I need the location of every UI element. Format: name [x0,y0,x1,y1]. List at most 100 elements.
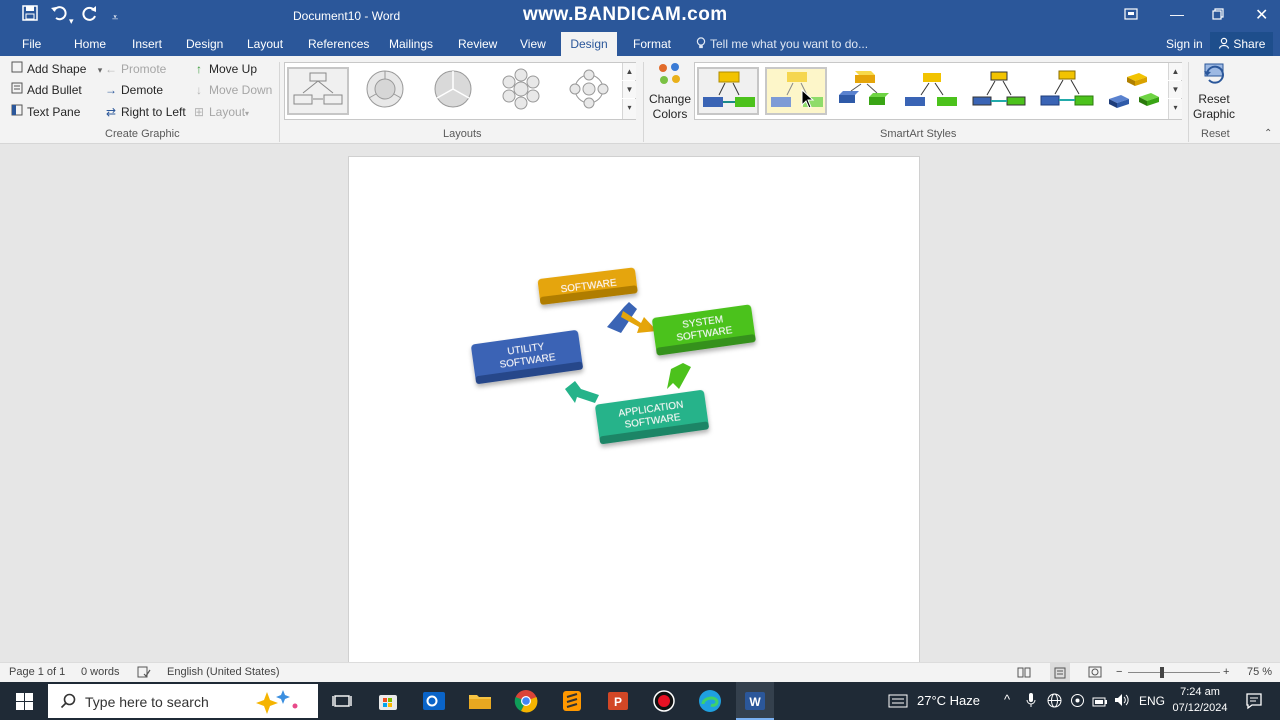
share-button[interactable]: Share [1210,32,1274,56]
redo-icon[interactable] [82,5,98,28]
taskbar-clock[interactable]: 7:24 am 07/12/2024 [1168,684,1232,716]
add-shape-button[interactable]: Add Shape ▾ [10,61,102,78]
gallery-scroll-down-icon[interactable]: ▼ [622,81,636,98]
customize-qat-icon[interactable]: ⩡ [112,7,118,29]
powerpoint-icon[interactable]: P [604,687,632,715]
chrome-icon[interactable] [512,687,540,715]
chevron-down-icon[interactable]: ▾ [98,65,103,75]
tab-file[interactable]: File [22,32,41,56]
zoom-slider[interactable] [1128,672,1220,673]
move-up-button[interactable]: ↑ Move Up [192,61,257,77]
style-option-simple[interactable] [697,67,759,115]
arrow-right-icon: → [105,83,117,97]
diagram-node-utility-software[interactable]: UTILITY SOFTWARE [471,330,584,385]
sign-in-link[interactable]: Sign in [1166,32,1203,56]
gallery-scroll-up-icon[interactable]: ▲ [1168,63,1182,80]
gallery-scroll-down-icon[interactable]: ▼ [1168,81,1182,98]
search-highlight-icon[interactable] [251,688,307,717]
layout-button[interactable]: ⊞ Layout▾ [192,104,249,122]
tab-view[interactable]: View [520,32,546,56]
style-option-flat-scene[interactable] [901,67,963,115]
windows-start-icon[interactable] [16,693,33,713]
promote-button[interactable]: ← Promote [104,61,166,77]
zoom-slider-thumb[interactable] [1160,667,1164,678]
tab-mailings[interactable]: Mailings [389,32,433,56]
right-to-left-button[interactable]: ⇄ Right to Left [104,104,186,120]
bandicam-record-icon[interactable] [650,687,678,715]
weather-text[interactable]: 27°C Haze [917,693,980,708]
outlook-icon[interactable] [420,687,448,715]
web-layout-icon[interactable] [1088,666,1102,681]
tab-smartart-design[interactable]: Design [561,32,617,56]
text-pane-button[interactable]: Text Pane [10,104,80,120]
layout-option-radial[interactable] [559,67,621,115]
style-option-brick-scene[interactable] [1105,67,1167,115]
collapse-ribbon-icon[interactable]: ⌃ [1264,128,1272,139]
layout-option-hierarchy[interactable] [287,67,349,115]
weather-icon[interactable] [888,694,908,711]
zoom-out-icon[interactable]: − [1116,666,1122,678]
read-mode-icon[interactable] [1017,666,1031,681]
style-option-white-outline[interactable] [765,67,827,115]
network-globe-icon[interactable] [1047,693,1062,711]
gallery-scroll-up-icon[interactable]: ▲ [622,63,636,80]
demote-label: Demote [121,83,164,97]
diagram-node-application-software[interactable]: APPLICATION SOFTWARE [595,390,709,445]
tab-home[interactable]: Home [74,32,106,56]
file-explorer-icon[interactable] [466,687,494,715]
style-option-cartoon[interactable] [969,67,1031,115]
chevron-up-icon[interactable]: ^ [1004,692,1010,707]
word-count[interactable]: 0 words [81,666,120,678]
microphone-icon[interactable] [1026,692,1036,711]
style-option-3d-bevel[interactable] [833,67,895,115]
zoom-in-icon[interactable]: + [1223,666,1229,678]
group-label-smartart-styles: SmartArt Styles [880,128,957,140]
tab-review[interactable]: Review [458,32,497,56]
input-language[interactable]: ENG [1139,694,1165,708]
style-option-powder[interactable] [1037,67,1099,115]
battery-icon[interactable] [1092,695,1108,710]
taskbar-search-box[interactable]: Type here to search [48,684,318,718]
change-colors-button[interactable]: Change Colors [648,62,692,124]
gallery-more-icon[interactable]: ▾ [622,99,636,119]
volume-icon[interactable] [1114,693,1130,710]
document-page[interactable]: SOFTWARE SYSTEM SOFTWARE APPLICATION SOF… [348,156,920,666]
page-count[interactable]: Page 1 of 1 [9,666,65,678]
minimize-icon[interactable]: — [1170,6,1184,22]
layout-option-pie[interactable] [423,67,485,115]
demote-button[interactable]: → Demote [104,82,163,98]
undo-dropdown-icon[interactable]: ▾ [69,10,74,32]
tab-layout[interactable]: Layout [247,32,283,56]
restore-icon[interactable] [1212,7,1224,23]
notification-center-icon[interactable] [1245,692,1263,713]
task-view-icon[interactable] [328,687,356,715]
move-down-button[interactable]: ↓ Move Down [192,82,272,98]
save-icon[interactable] [22,5,38,28]
smartart-diagram[interactable]: SOFTWARE SYSTEM SOFTWARE APPLICATION SOF… [349,157,921,667]
tab-format[interactable]: Format [633,32,671,56]
undo-icon[interactable] [50,5,68,28]
sublime-text-icon[interactable] [558,687,586,715]
reset-graphic-button[interactable]: Reset Graphic [1192,60,1236,124]
microsoft-store-icon[interactable] [374,687,402,715]
print-layout-icon[interactable] [1050,663,1070,683]
diagram-node-system-software[interactable]: SYSTEM SOFTWARE [652,304,756,356]
diagram-node-software[interactable]: SOFTWARE [537,267,638,305]
tab-references[interactable]: References [308,32,369,56]
gallery-more-icon[interactable]: ▾ [1168,99,1182,119]
proofing-icon[interactable] [137,666,151,681]
word-icon[interactable]: W [736,682,774,720]
tab-design[interactable]: Design [186,32,223,56]
add-bullet-button[interactable]: Add Bullet [10,82,82,98]
language-status[interactable]: English (United States) [167,666,280,678]
edge-icon[interactable] [696,687,724,715]
clock-date: 07/12/2024 [1172,702,1228,714]
tab-insert[interactable]: Insert [132,32,162,56]
tell-me-box[interactable]: Tell me what you want to do... [696,32,868,56]
ribbon-display-options-icon[interactable] [1124,7,1138,23]
security-icon[interactable] [1070,693,1085,711]
layout-option-hexagon-cluster[interactable] [491,67,553,115]
layout-option-segmented-circle[interactable] [355,67,417,115]
close-icon[interactable]: ✕ [1255,5,1268,25]
zoom-level[interactable]: 75 % [1247,666,1272,678]
